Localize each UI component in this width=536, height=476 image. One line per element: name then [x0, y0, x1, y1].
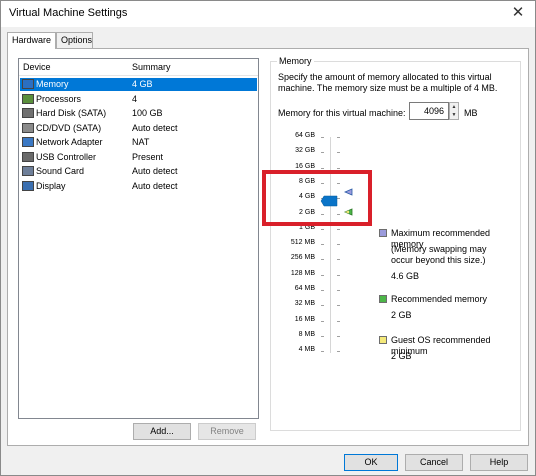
device-list[interactable]: Device Summary Memory 4 GB Processors 4 Hard… [18, 58, 259, 419]
max-recommended-legend-icon [379, 229, 387, 237]
recommended-title: Recommended memory [391, 294, 488, 304]
device-name: Processors [36, 93, 82, 104]
tab-options[interactable]: Options [56, 32, 93, 48]
display-icon [22, 180, 34, 191]
network-adapter-icon [22, 137, 34, 147]
add-device-button[interactable]: Add... [133, 423, 191, 440]
device-row-hard-disk-sata[interactable]: Hard Disk (SATA) 100 GB [20, 107, 257, 120]
close-icon[interactable]: ✕ [501, 1, 535, 27]
cancel-button[interactable]: Cancel [405, 454, 463, 471]
processor-icon [22, 93, 34, 104]
column-header-summary[interactable]: Summary [132, 62, 171, 72]
tab-hardware[interactable]: Hardware [7, 32, 56, 49]
max-recommended-note-1: (Memory swapping may [391, 244, 487, 254]
device-row-memory[interactable]: Memory 4 GB [20, 78, 257, 91]
device-row-cd-dvd-sata[interactable]: CD/DVD (SATA) Auto detect [20, 122, 257, 135]
spin-up-icon[interactable]: ▲ [450, 103, 458, 111]
cd-dvd-icon [22, 122, 34, 133]
guest-min-legend-icon [379, 336, 387, 344]
device-summary: Auto detect [132, 166, 178, 176]
device-summary: Auto detect [132, 122, 178, 133]
device-row-display[interactable]: Display Auto detect [20, 180, 257, 193]
device-name: Display [36, 180, 66, 191]
device-name: USB Controller [36, 151, 97, 162]
device-list-header: Device Summary [19, 59, 258, 76]
guest-min-value: 2 GB [391, 351, 412, 361]
remove-device-button[interactable]: Remove [198, 423, 256, 440]
usb-icon [22, 151, 34, 162]
device-name: Hard Disk (SATA) [36, 108, 107, 118]
window-title: Virtual Machine Settings [9, 7, 128, 19]
sound-card-icon [22, 166, 34, 176]
help-button[interactable]: Help [470, 454, 528, 471]
memory-group: Memory Specify the amount of memory allo… [270, 56, 521, 431]
device-name: Sound Card [36, 166, 85, 176]
ok-button[interactable]: OK [344, 454, 398, 471]
device-summary: Present [132, 151, 164, 162]
device-summary: Auto detect [132, 180, 178, 191]
spin-down-icon[interactable]: ▼ [450, 111, 458, 119]
device-row-sound-card[interactable]: Sound Card Auto detect [20, 165, 257, 178]
memory-unit: MB [464, 108, 478, 118]
device-name: CD/DVD (SATA) [36, 122, 102, 133]
hardware-tab-panel: Device Summary Memory 4 GB Processors 4 Hard… [7, 48, 529, 446]
device-row-usb-controller[interactable]: USB Controller Present [20, 151, 257, 164]
virtual-machine-settings-window: Virtual Machine Settings ✕ Hardware Opti… [0, 0, 536, 476]
memory-icon [22, 79, 34, 89]
device-summary: 4 GB [132, 79, 153, 89]
device-row-network-adapter[interactable]: Network Adapter NAT [20, 136, 257, 149]
recommended-value: 2 GB [391, 310, 412, 320]
max-recommended-note-2: occur beyond this size.) [391, 255, 486, 265]
title-bar: Virtual Machine Settings ✕ [1, 1, 535, 27]
max-recommended-value: 4.6 GB [391, 271, 420, 281]
column-header-device[interactable]: Device [23, 62, 51, 72]
device-row-processors[interactable]: Processors 4 [20, 93, 257, 106]
device-summary: 100 GB [132, 108, 163, 118]
hard-disk-icon [22, 108, 34, 118]
device-summary: 4 [132, 93, 138, 104]
memory-size-input[interactable]: 4096 [409, 102, 449, 120]
device-name: Memory [36, 79, 69, 89]
highlight-annotation-box [262, 170, 372, 226]
recommended-legend-icon [379, 295, 387, 303]
memory-spinner[interactable]: ▲ ▼ [449, 102, 459, 120]
memory-slider-markers [320, 188, 353, 216]
device-summary: NAT [132, 137, 150, 147]
device-name: Network Adapter [36, 137, 103, 147]
